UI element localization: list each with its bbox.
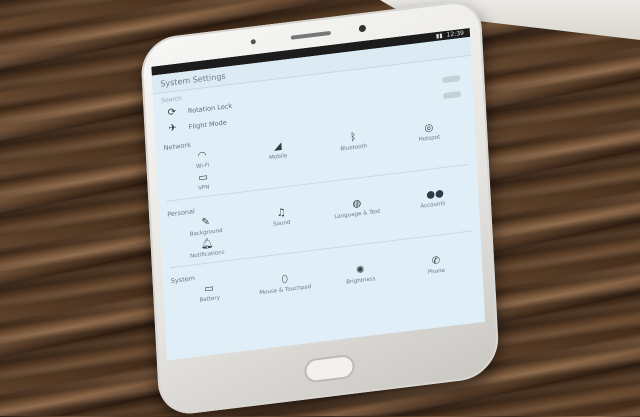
tile-label: Brightness [346, 276, 376, 286]
home-button[interactable] [303, 353, 356, 384]
tile-label: Bluetooth [340, 143, 368, 153]
rotation-lock-toggle[interactable] [442, 75, 461, 84]
tile-notifications[interactable]: 🔔︎ Notifications [169, 235, 246, 262]
tile-vpn[interactable]: ▭ VPN [165, 169, 242, 196]
music-note-icon: ♫ [276, 207, 287, 220]
tile-label: Language & Text [334, 208, 381, 221]
tile-label: Mobile [269, 153, 288, 162]
rotation-lock-label: Rotation Lock [187, 101, 233, 116]
smartphone: ▮▮ 12:39 System Settings Search ⟳ Rotati… [139, 0, 501, 417]
tile-label: Hotspot [418, 134, 441, 144]
bell-icon: 🔔︎ [200, 237, 214, 251]
tile-label: VPN [198, 184, 210, 192]
hotspot-icon: ◎ [424, 122, 434, 135]
flight-mode-label: Flight Mode [188, 118, 227, 132]
sensor [250, 39, 256, 45]
signal-icon: ◢ [273, 140, 282, 153]
wifi-icon: ◠ [197, 149, 207, 162]
globe-icon: ◍ [352, 198, 362, 211]
vpn-icon: ▭ [198, 171, 209, 184]
phone-icon: ✆ [431, 255, 441, 268]
battery-icon: ▭ [204, 282, 215, 295]
tile-label: Phone [427, 267, 446, 276]
tile-label: Sound [272, 219, 291, 228]
brush-icon: ✎ [201, 216, 211, 229]
front-camera [358, 24, 367, 33]
airplane-icon: ✈ [168, 122, 178, 135]
mouse-icon: ⬯ [281, 273, 289, 286]
tile-label: Mouse & Touchpad [259, 284, 312, 297]
phone-screen: ▮▮ 12:39 System Settings Search ⟳ Rotati… [151, 27, 486, 361]
bluetooth-icon: ᛒ [350, 131, 357, 144]
tile-label: Accounts [420, 200, 446, 210]
accounts-icon: ●● [426, 187, 445, 202]
rotation-icon: ⟳ [167, 106, 177, 119]
tile-label: Background [189, 227, 223, 238]
earpiece-speaker [290, 30, 331, 40]
brightness-icon: ✺ [355, 264, 365, 277]
tile-label: Notifications [189, 249, 225, 260]
tile-label: Wi-Fi [195, 162, 210, 171]
signal-status-icon: ▮▮ [435, 32, 443, 41]
flight-mode-toggle[interactable] [442, 90, 462, 100]
tile-label: Battery [199, 295, 221, 304]
